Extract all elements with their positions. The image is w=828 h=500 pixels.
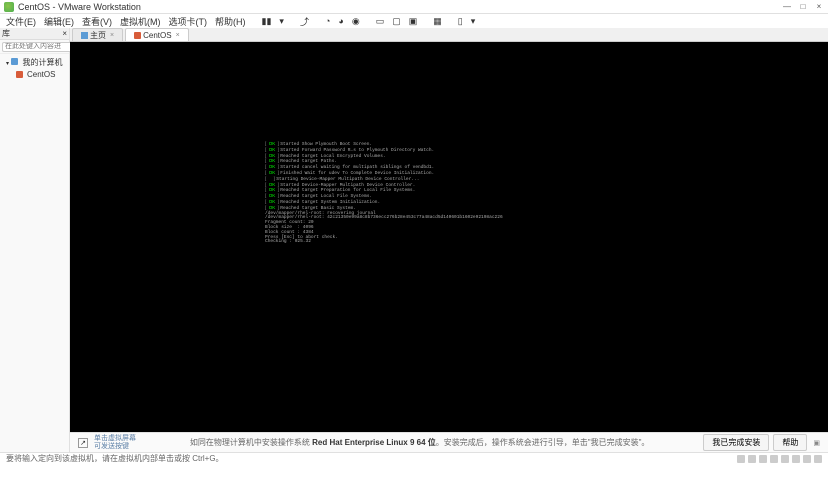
device-display-icon[interactable] xyxy=(803,455,811,463)
menu-view[interactable]: 查看(V) xyxy=(82,15,112,28)
hint-text: 单击虚拟屏幕 可发送按键 xyxy=(94,435,136,451)
home-icon xyxy=(81,32,88,39)
menubar: 文件(E) 编辑(E) 查看(V) 虚拟机(M) 选项卡(T) 帮助(H) ▮▮… xyxy=(0,14,828,28)
vm-tab-icon xyxy=(134,32,141,39)
sidebar-title: 库 xyxy=(2,28,10,39)
tab-home[interactable]: 主页 × xyxy=(72,28,123,41)
device-net-icon[interactable] xyxy=(759,455,767,463)
pause-button[interactable]: ▮▮ xyxy=(262,16,272,27)
vm-screen[interactable]: [ OK ] Started Show Plymouth Boot Screen… xyxy=(70,42,828,432)
tab-strip: 主页 × CentOS × xyxy=(70,28,828,42)
sidebar-tree: ▾ 我的计算机 CentOS xyxy=(0,54,69,452)
device-sound-icon[interactable] xyxy=(781,455,789,463)
snapshot-manage-button[interactable]: ◕ xyxy=(338,16,343,26)
maximize-button[interactable]: □ xyxy=(798,2,808,12)
menu-tabs[interactable]: 选项卡(T) xyxy=(169,15,208,28)
menu-file[interactable]: 文件(E) xyxy=(6,15,36,28)
device-msg-icon[interactable] xyxy=(814,455,822,463)
install-done-button[interactable]: 我已完成安装 xyxy=(703,434,769,451)
app-icon xyxy=(4,2,14,12)
sidebar: 库 × ▾ ▾ 我的计算机 CentOS xyxy=(0,28,70,452)
tab-vm[interactable]: CentOS × xyxy=(125,28,189,41)
library-toggle-button[interactable]: ▯ xyxy=(458,16,463,27)
view-cycle-button[interactable]: ▦ xyxy=(433,16,442,27)
tab-home-close-icon[interactable]: × xyxy=(110,32,114,39)
menu-vm[interactable]: 虚拟机(M) xyxy=(120,15,161,28)
fullscreen-button[interactable]: ▢ xyxy=(392,16,401,27)
vm-icon xyxy=(16,71,23,78)
menu-edit[interactable]: 编辑(E) xyxy=(44,15,74,28)
send-ctrl-alt-del-button[interactable]: ⤴ xyxy=(300,15,309,28)
minimize-button[interactable]: — xyxy=(782,2,792,12)
device-cd-icon[interactable] xyxy=(748,455,756,463)
collapse-icon[interactable]: ▣ xyxy=(813,439,820,447)
computer-icon xyxy=(11,58,18,65)
device-usb-icon[interactable] xyxy=(770,455,778,463)
close-button[interactable]: × xyxy=(814,2,824,12)
expand-icon[interactable]: ▾ xyxy=(6,61,9,67)
tree-root-label: 我的计算机 xyxy=(22,58,62,67)
tree-vm-item[interactable]: CentOS xyxy=(2,69,67,80)
power-dropdown[interactable]: ▾ xyxy=(279,16,284,27)
window-controls: — □ × xyxy=(782,2,824,12)
install-buttons: 我已完成安装 帮助 xyxy=(703,434,807,451)
library-dropdown[interactable]: ▾ xyxy=(471,16,476,27)
device-printer-icon[interactable] xyxy=(792,455,800,463)
snapshot-revert-button[interactable]: ◉ xyxy=(352,16,360,27)
tree-vm-label: CentOS xyxy=(27,70,55,79)
sidebar-header: 库 × xyxy=(0,28,69,40)
install-help-button[interactable]: 帮助 xyxy=(773,434,807,451)
titlebar: CentOS - VMware Workstation — □ × xyxy=(0,0,828,14)
sidebar-close-icon[interactable]: × xyxy=(62,29,67,38)
menu-help[interactable]: 帮助(H) xyxy=(215,15,246,28)
tab-vm-label: CentOS xyxy=(143,31,171,40)
window-title: CentOS - VMware Workstation xyxy=(18,2,782,12)
main-area: 库 × ▾ ▾ 我的计算机 CentOS 主页 × xyxy=(0,28,828,452)
tab-vm-close-icon[interactable]: × xyxy=(176,32,180,39)
fit-guest-button[interactable]: ▭ xyxy=(376,16,385,27)
statusbar: 要将输入定向到该虚拟机，请在虚拟机内部单击或按 Ctrl+G。 xyxy=(0,452,828,464)
device-hd-icon[interactable] xyxy=(737,455,745,463)
boot-log: [ OK ] Started Show Plymouth Boot Screen… xyxy=(265,142,503,245)
device-icons xyxy=(737,455,822,463)
expand-hint-icon[interactable]: ↗ xyxy=(78,438,88,448)
statusbar-text: 要将输入定向到该虚拟机，请在虚拟机内部单击或按 Ctrl+G。 xyxy=(6,453,224,464)
tab-home-label: 主页 xyxy=(90,30,106,41)
install-description: 如同在物理计算机中安装操作系统 Red Hat Enterprise Linux… xyxy=(142,437,697,448)
snapshot-button[interactable]: ◔ xyxy=(325,16,330,26)
install-bar: ↗ 单击虚拟屏幕 可发送按键 如同在物理计算机中安装操作系统 Red Hat E… xyxy=(70,432,828,452)
tree-root[interactable]: ▾ 我的计算机 xyxy=(2,56,67,69)
unity-button[interactable]: ▣ xyxy=(409,16,418,27)
content-area: 主页 × CentOS × [ OK ] Started Show Plymou… xyxy=(70,28,828,452)
sidebar-search: ▾ xyxy=(0,40,69,54)
